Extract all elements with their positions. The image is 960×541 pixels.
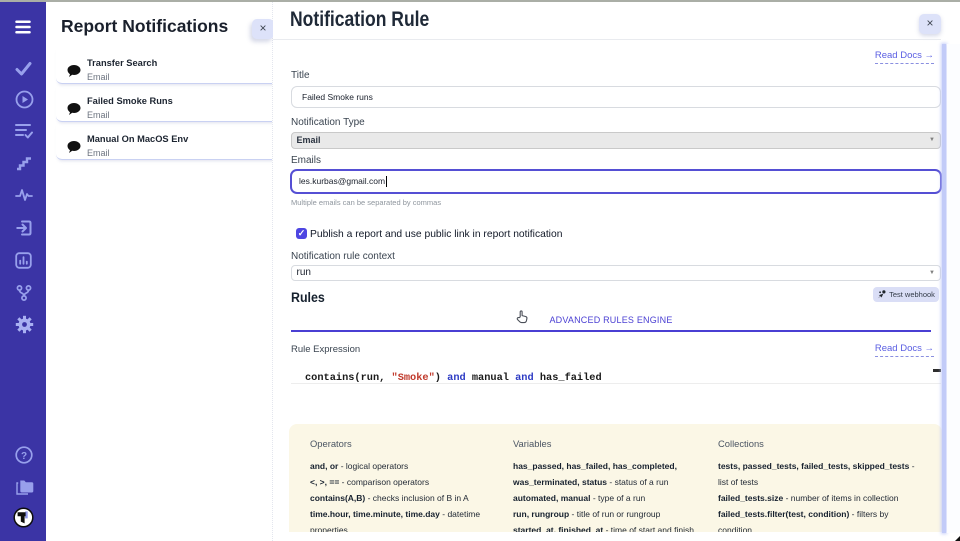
svg-text:?: ? xyxy=(21,451,27,462)
